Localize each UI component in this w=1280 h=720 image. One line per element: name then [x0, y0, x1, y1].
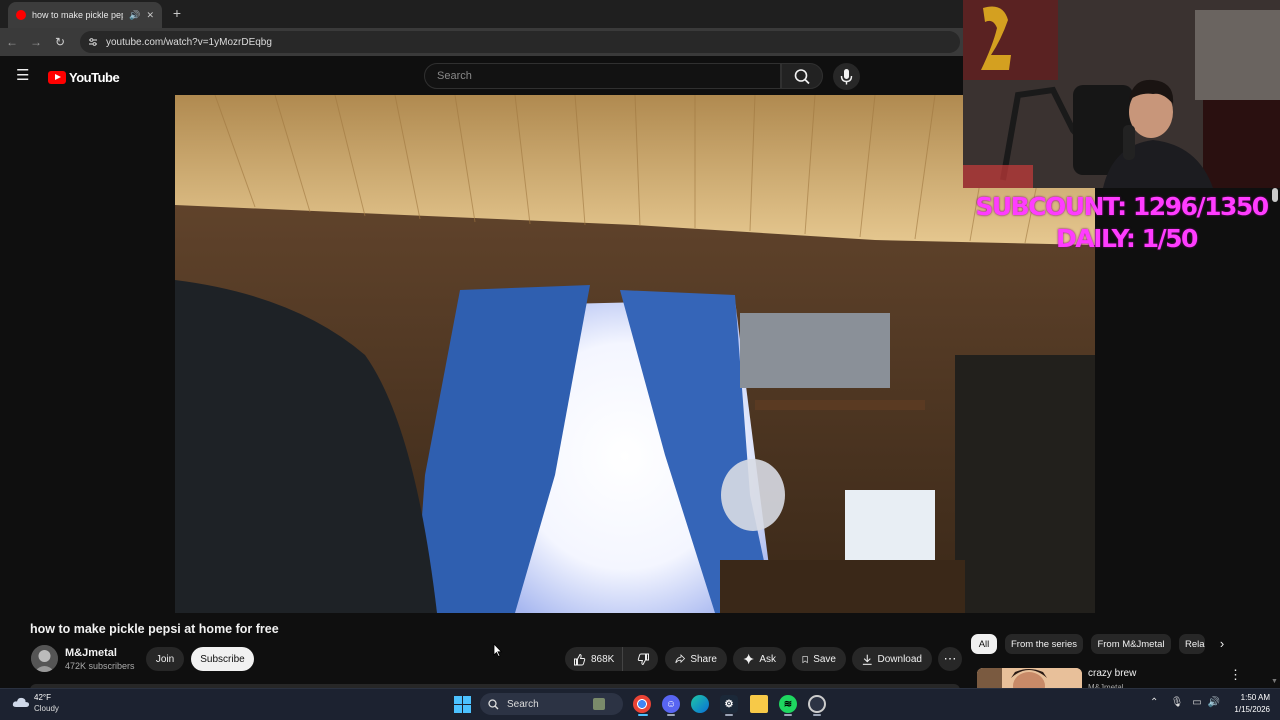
- video-title: how to make pickle pepsi at home for fre…: [30, 622, 279, 636]
- site-info-icon[interactable]: [88, 37, 98, 47]
- youtube-logo[interactable]: YouTube: [48, 69, 120, 85]
- youtube-logo-text: YouTube: [69, 69, 120, 85]
- app-icon[interactable]: [808, 695, 826, 713]
- sparkle-icon: [743, 653, 754, 665]
- close-tab-icon[interactable]: ✕: [146, 10, 154, 21]
- tray-overflow-chevron-icon[interactable]: ⌃: [1150, 697, 1158, 708]
- share-button[interactable]: Share: [665, 647, 727, 671]
- taskbar-search-box[interactable]: Search: [480, 693, 623, 715]
- file-explorer-app-icon[interactable]: [750, 695, 768, 713]
- recommended-video-title[interactable]: crazy brew: [1088, 668, 1136, 679]
- display-tray-icon[interactable]: ▭: [1190, 697, 1204, 708]
- youtube-play-icon: [48, 70, 66, 84]
- like-dislike-group: 868K: [565, 647, 658, 671]
- download-label: Download: [877, 653, 922, 665]
- more-options-icon[interactable]: ⋮: [1229, 667, 1242, 685]
- search-icon: [794, 69, 810, 85]
- back-icon[interactable]: ←: [0, 35, 24, 49]
- more-actions-button[interactable]: ⋯: [938, 647, 962, 671]
- taskbar-clock-date[interactable]: 1/15/2026: [1222, 705, 1270, 714]
- like-button[interactable]: 868K: [565, 647, 624, 671]
- channel-avatar[interactable]: [31, 645, 58, 672]
- mouse-cursor-icon: [493, 643, 503, 657]
- voice-search-button[interactable]: [833, 63, 860, 90]
- ask-button[interactable]: Ask: [733, 647, 786, 671]
- save-label: Save: [813, 653, 836, 665]
- share-label: Share: [690, 653, 717, 665]
- scroll-down-arrow-icon[interactable]: ▼: [1271, 678, 1280, 688]
- browser-tab-title: how to make pickle pepsi at home for fre…: [32, 10, 123, 20]
- microphone-icon: [840, 69, 853, 85]
- thumbs-up-icon: [574, 653, 586, 665]
- join-button[interactable]: Join: [146, 647, 184, 671]
- menu-icon[interactable]: ☰: [16, 68, 30, 84]
- reload-icon[interactable]: ↻: [48, 35, 72, 49]
- search-highlight-icon: [592, 698, 605, 710]
- video-frame-image: [175, 95, 1095, 613]
- search-button[interactable]: [781, 63, 823, 89]
- thumbs-down-icon: [637, 653, 649, 665]
- chip-from-channel[interactable]: From M&Jmetal: [1091, 634, 1171, 654]
- youtube-favicon-icon: [16, 10, 26, 20]
- chevron-right-icon[interactable]: ›: [1212, 636, 1232, 654]
- video-player[interactable]: [175, 95, 1095, 613]
- steam-app-icon[interactable]: ⚙: [720, 695, 738, 713]
- download-button[interactable]: Download: [852, 647, 932, 671]
- running-app-indicator: [813, 714, 821, 716]
- address-url: youtube.com/watch?v=1yMozrDEqbg: [106, 36, 272, 48]
- save-button[interactable]: Save: [792, 647, 846, 671]
- search-input[interactable]: Search: [424, 63, 781, 89]
- like-count: 868K: [591, 653, 615, 665]
- webcam-overlay: [963, 0, 1280, 188]
- subscribe-button[interactable]: Subscribe: [191, 647, 254, 671]
- share-icon: [675, 654, 686, 664]
- running-app-indicator: [667, 714, 675, 716]
- running-app-indicator: [784, 714, 792, 716]
- channel-avatar-image: [31, 645, 58, 672]
- channel-name[interactable]: M&Jmetal: [65, 647, 117, 659]
- bookmark-icon: [802, 655, 808, 663]
- active-app-indicator: [638, 714, 648, 716]
- scrollbar-thumb[interactable]: [1272, 188, 1278, 202]
- discord-app-icon[interactable]: ☺: [662, 695, 680, 713]
- address-bar[interactable]: youtube.com/watch?v=1yMozrDEqbg: [80, 31, 960, 53]
- dislike-button[interactable]: [628, 647, 658, 671]
- weather-temperature[interactable]: 42°F: [34, 693, 51, 702]
- ask-label: Ask: [759, 653, 776, 665]
- subcount-overlay-text: SUBCOUNT: 1296/1350: [975, 192, 1269, 221]
- spotify-app-icon[interactable]: ≋: [779, 695, 797, 713]
- forward-icon[interactable]: →: [24, 35, 48, 49]
- browser-tab[interactable]: how to make pickle pepsi at home for fre…: [8, 2, 162, 28]
- edge-app-icon[interactable]: [691, 695, 709, 713]
- windows-start-icon[interactable]: [454, 696, 471, 713]
- cloud-icon[interactable]: [12, 696, 30, 708]
- webcam-image: [963, 0, 1280, 188]
- download-icon: [862, 654, 872, 665]
- taskbar-clock-time[interactable]: 1:50 AM: [1222, 693, 1270, 702]
- chip-all[interactable]: All: [971, 634, 997, 654]
- speaker-icon[interactable]: 🔊: [129, 10, 140, 21]
- taskbar-search-icon: [488, 698, 499, 709]
- chip-from-the-series[interactable]: From the series: [1005, 634, 1083, 654]
- recommended-video-thumbnail[interactable]: [977, 668, 1082, 688]
- weather-description[interactable]: Cloudy: [34, 704, 59, 713]
- new-tab-button[interactable]: +: [170, 4, 184, 22]
- volume-tray-icon[interactable]: 🔊: [1207, 697, 1221, 708]
- microphone-tray-icon[interactable]: 🎙: [1170, 697, 1184, 708]
- channel-subscriber-count: 472K subscribers: [65, 661, 135, 671]
- running-app-indicator: [725, 714, 733, 716]
- daily-overlay-text: DAILY: 1/50: [1056, 224, 1198, 253]
- taskbar-search-label: Search: [507, 698, 539, 710]
- chrome-app-icon[interactable]: [633, 695, 651, 713]
- recommended-thumbnail-image: [977, 668, 1082, 688]
- chip-related[interactable]: Rela: [1179, 634, 1205, 654]
